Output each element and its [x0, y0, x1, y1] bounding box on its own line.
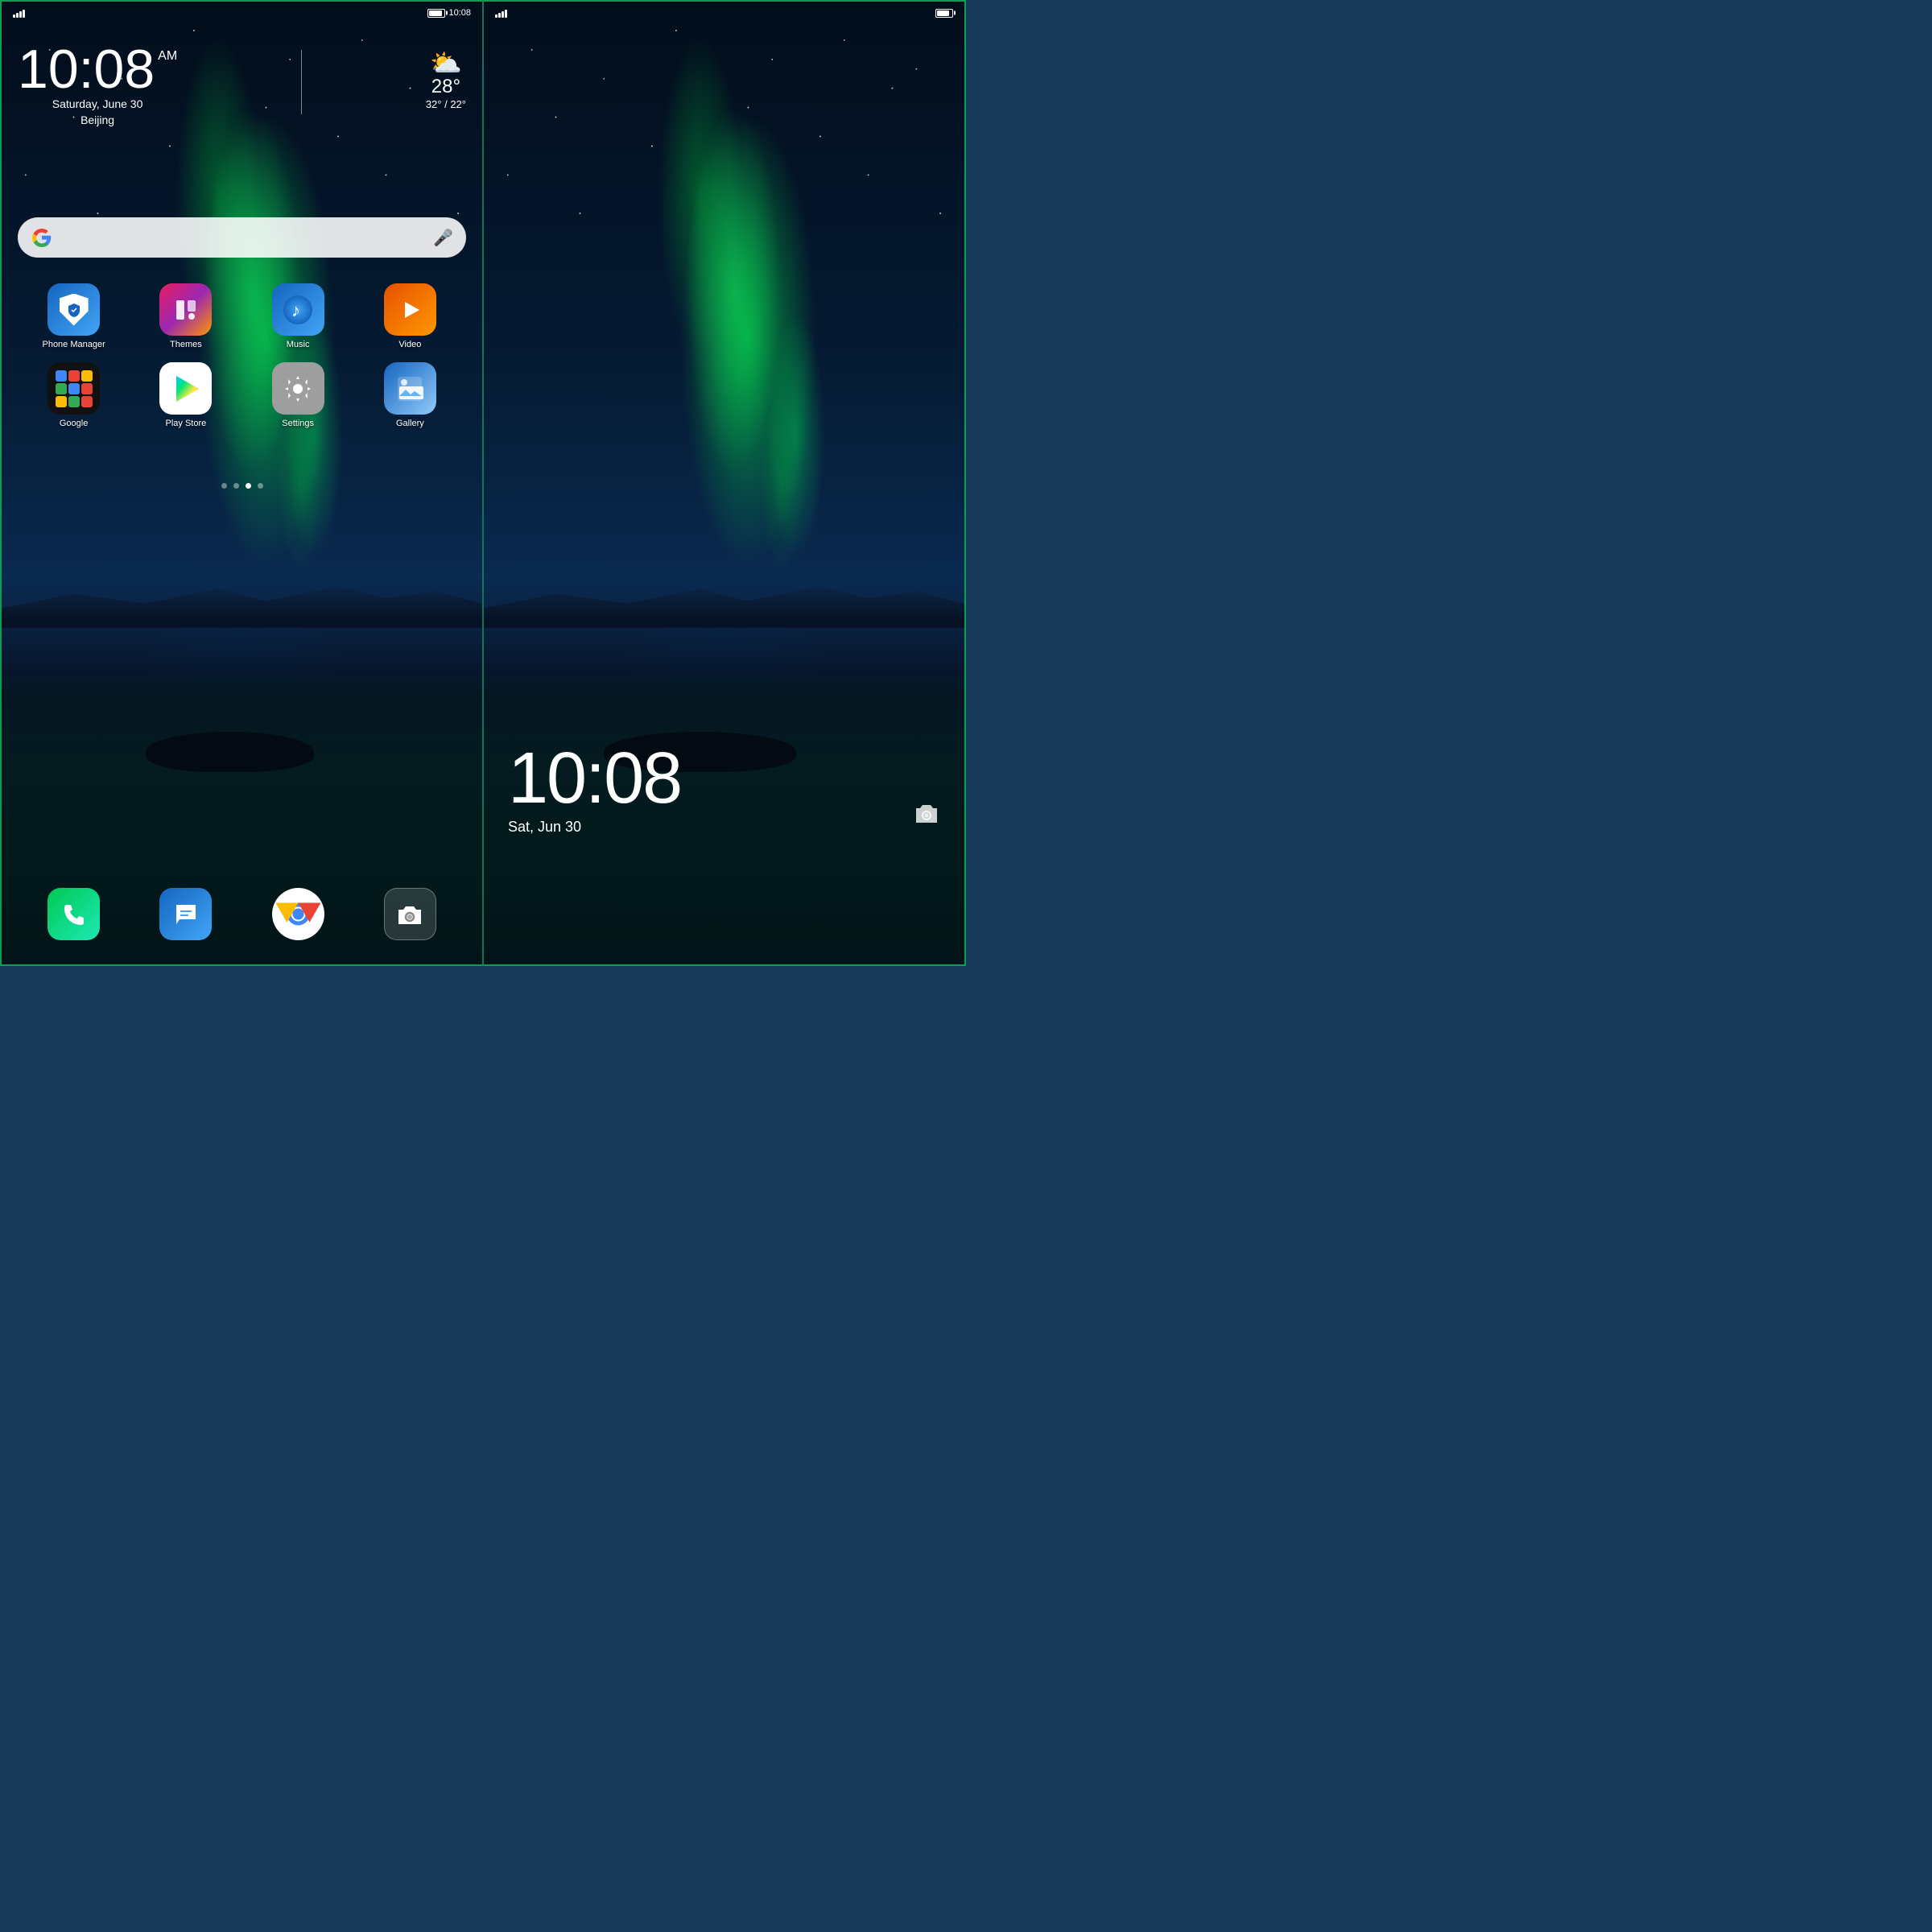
google-icon[interactable] [47, 362, 100, 415]
dock [2, 888, 482, 940]
app-play-store[interactable]: Play Store [150, 362, 222, 428]
lock-status-bar [484, 2, 964, 24]
dock-messages[interactable] [159, 888, 212, 940]
page-dots [2, 483, 482, 489]
lock-battery-icon [935, 9, 953, 18]
gallery-icon[interactable] [384, 362, 436, 415]
lock-date-display: Sat, Jun 30 [508, 819, 940, 836]
app-themes[interactable]: Themes [150, 283, 222, 349]
video-icon[interactable] [384, 283, 436, 336]
play-store-label: Play Store [166, 419, 207, 428]
page-dot-2[interactable] [233, 483, 239, 489]
app-google[interactable]: Google [38, 362, 110, 428]
status-time: 10:08 [448, 8, 471, 18]
lock-status-right [935, 9, 953, 18]
page-dot-3[interactable] [246, 483, 251, 489]
dock-phone[interactable] [47, 888, 100, 940]
app-gallery[interactable]: Gallery [374, 362, 446, 428]
app-row-1: Phone Manager Themes [18, 283, 466, 349]
signal-icon [13, 8, 25, 18]
weather-section: ⛅ 28° 32° / 22° [426, 42, 466, 110]
weather-temp: 28° [426, 76, 466, 98]
right-phone-screen: 10:08 Sat, Jun 30 [483, 0, 966, 966]
themes-label: Themes [170, 340, 202, 349]
themes-icon[interactable] [159, 283, 212, 336]
clock-divider [301, 50, 302, 114]
status-right: 10:08 [427, 8, 471, 18]
camera-icon [914, 802, 939, 826]
dock-chrome[interactable] [272, 888, 324, 940]
app-settings[interactable]: Settings [262, 362, 334, 428]
gallery-label: Gallery [396, 419, 424, 428]
lock-clock: 10:08 Sat, Jun 30 [508, 742, 940, 836]
page-dot-1[interactable] [221, 483, 227, 489]
app-grid: Phone Manager Themes [2, 275, 482, 443]
status-left [13, 8, 25, 18]
settings-icon[interactable] [272, 362, 324, 415]
video-label: Video [398, 340, 421, 349]
mic-icon[interactable]: 🎤 [433, 228, 453, 248]
svg-text:♪: ♪ [291, 300, 300, 320]
play-store-icon[interactable] [159, 362, 212, 415]
weather-range: 32° / 22° [426, 98, 466, 110]
clock-widget: 10:08 AM Saturday, June 30 Beijing ⛅ 28°… [2, 42, 482, 128]
music-label: Music [287, 340, 310, 349]
left-phone-screen: 10:08 10:08 AM Saturday, June 30 Beijing… [0, 0, 483, 966]
lock-time-display: 10:08 [508, 742, 940, 815]
dock-camera[interactable] [384, 888, 436, 940]
phone-manager-label: Phone Manager [42, 340, 105, 349]
phone-manager-icon[interactable] [47, 283, 100, 336]
music-icon[interactable]: ♪ [272, 283, 324, 336]
google-logo [31, 226, 53, 249]
app-row-2: Google [18, 362, 466, 428]
search-bar[interactable]: 🎤 [18, 217, 466, 258]
lock-signal-icon [495, 8, 507, 18]
app-music[interactable]: ♪ Music [262, 283, 334, 349]
clock-time-section: 10:08 AM Saturday, June 30 Beijing [18, 42, 177, 128]
settings-label: Settings [282, 419, 314, 428]
weather-icon: ⛅ [426, 50, 466, 76]
clock-date: Saturday, June 30 Beijing [18, 97, 177, 128]
battery-icon [427, 9, 445, 18]
lock-status-left [495, 8, 507, 18]
google-label: Google [60, 419, 88, 428]
clock-time-display: 10:08 AM [18, 42, 177, 97]
island-left [146, 732, 314, 772]
page-dot-4[interactable] [258, 483, 263, 489]
app-phone-manager[interactable]: Phone Manager [38, 283, 110, 349]
lock-camera-button[interactable] [908, 795, 944, 832]
app-video[interactable]: Video [374, 283, 446, 349]
status-bar-left: 10:08 [2, 2, 482, 24]
